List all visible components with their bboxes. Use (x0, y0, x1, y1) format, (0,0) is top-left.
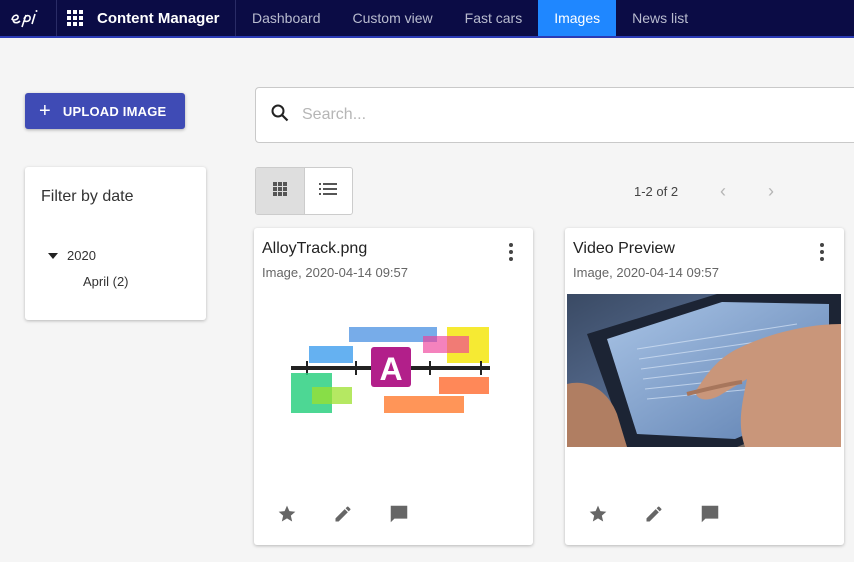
card-title: AlloyTrack.png (262, 240, 368, 257)
card-title: Video Preview (573, 240, 675, 257)
thumbnail-letter: A (379, 351, 402, 387)
grid-view-button[interactable] (256, 168, 305, 214)
apps-grid-icon[interactable] (67, 10, 83, 26)
plus-icon: + (39, 100, 51, 122)
previous-page-chevron-left-icon[interactable]: ‹ (720, 181, 726, 202)
filter-title: Filter by date (41, 188, 134, 205)
app-switcher[interactable]: Content Manager (57, 0, 236, 36)
tablet-touch-thumbnail (567, 294, 841, 447)
grid-view-icon (272, 181, 288, 202)
tab-fast-cars[interactable]: Fast cars (449, 0, 539, 36)
edit-icon[interactable] (330, 501, 355, 526)
card-actions (274, 501, 411, 526)
top-navigation-bar: Content Manager Dashboard Custom view Fa… (0, 0, 854, 38)
upload-image-button[interactable]: + UPLOAD IMAGE (25, 93, 185, 129)
edit-icon[interactable] (641, 501, 666, 526)
filter-year-2020[interactable]: 2020 (48, 248, 96, 263)
episerver-logo-icon[interactable] (0, 0, 57, 36)
next-page-chevron-right-icon[interactable]: › (768, 181, 774, 202)
star-icon[interactable] (585, 501, 610, 526)
upload-image-label: UPLOAD IMAGE (62, 103, 167, 119)
card-meta: Image, 2020-04-14 09:57 (573, 265, 719, 280)
tab-news-list[interactable]: News list (616, 0, 704, 36)
tab-custom-view[interactable]: Custom view (337, 0, 449, 36)
list-view-button[interactable] (305, 168, 353, 214)
filter-year-label: 2020 (67, 248, 96, 263)
search-input[interactable] (302, 106, 702, 124)
view-toggle (255, 167, 353, 215)
star-icon[interactable] (274, 501, 299, 526)
alloy-track-thumbnail: A (288, 323, 493, 415)
comment-icon[interactable] (386, 501, 411, 526)
app-title: Content Manager (97, 9, 220, 27)
search-box (255, 87, 854, 143)
date-filter-panel: Filter by date 2020 April (2) (25, 167, 206, 320)
comment-icon[interactable] (697, 501, 722, 526)
more-options-icon[interactable] (509, 243, 513, 261)
tab-images[interactable]: Images (538, 0, 617, 36)
card-actions (585, 501, 722, 526)
more-options-icon[interactable] (820, 243, 824, 261)
filter-month-april[interactable]: April (2) (83, 274, 129, 289)
image-card[interactable]: Video Preview Image, 2020-04-14 09:57 (565, 228, 844, 545)
card-meta: Image, 2020-04-14 09:57 (262, 265, 408, 280)
caret-down-icon[interactable] (48, 252, 58, 259)
list-view-icon (319, 182, 338, 201)
search-icon (271, 104, 289, 127)
image-card[interactable]: AlloyTrack.png Image, 2020-04-14 09:57 A (254, 228, 533, 545)
tab-dashboard[interactable]: Dashboard (236, 0, 337, 36)
pagination-label: 1-2 of 2 (634, 184, 679, 199)
